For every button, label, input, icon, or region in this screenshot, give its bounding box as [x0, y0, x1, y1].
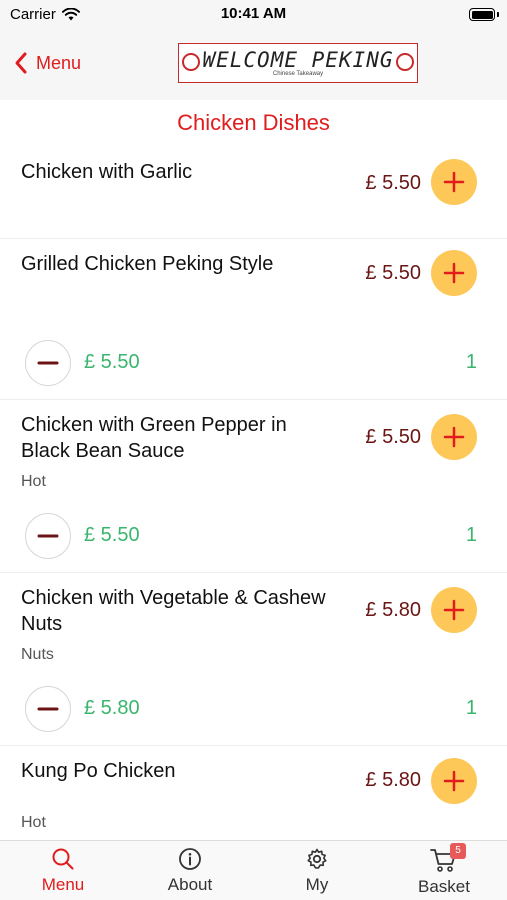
- dish-price: £ 5.80: [365, 599, 421, 621]
- nav-bar: Menu WELCOME PEKING Chinese Takeaway: [0, 28, 507, 100]
- line-total: £ 5.50: [84, 524, 140, 546]
- dish-row: Chicken with Garlic £ 5.50: [0, 145, 507, 239]
- status-bar: Carrier 10:41 AM: [0, 0, 507, 28]
- logo-subtitle: Chinese Takeaway: [272, 70, 324, 77]
- tab-label: About: [167, 875, 213, 894]
- line-total: £ 5.50: [84, 351, 140, 373]
- dish-note: Nuts: [21, 646, 54, 663]
- minus-icon: [37, 361, 59, 365]
- logo-ornament-right: [396, 53, 414, 71]
- add-button[interactable]: [431, 758, 477, 804]
- dish-row: Chicken with Vegetable & Cashew Nuts £ 5…: [0, 573, 507, 746]
- quantity: 1: [465, 524, 477, 546]
- logo-title: WELCOME PEKING: [202, 47, 394, 72]
- remove-button[interactable]: [25, 686, 71, 732]
- dish-price: £ 5.50: [365, 172, 421, 194]
- tab-about[interactable]: About: [127, 841, 253, 900]
- tab-my[interactable]: My: [254, 841, 380, 900]
- section-title: Chicken Dishes: [177, 110, 330, 135]
- minus-icon: [37, 534, 59, 538]
- dish-price: £ 5.50: [365, 426, 421, 448]
- basket-count-badge: 5: [450, 843, 466, 859]
- basket-icon-wrap: 5: [430, 843, 466, 873]
- add-button[interactable]: [431, 587, 477, 633]
- tab-label: Basket: [418, 877, 470, 896]
- quantity: 1: [465, 351, 477, 373]
- remove-button[interactable]: [25, 513, 71, 559]
- dish-name: Kung Po Chicken: [21, 760, 176, 782]
- tab-label: My: [305, 875, 329, 894]
- tab-basket[interactable]: 5 Basket: [381, 841, 507, 900]
- dish-row: Grilled Chicken Peking Style £ 5.50 £ 5.…: [0, 239, 507, 400]
- tab-bar: Menu About My 5 Basket: [0, 840, 507, 900]
- dish-name: Grilled Chicken Peking Style: [21, 253, 274, 275]
- dish-note: Hot: [21, 814, 46, 831]
- dish-name: Chicken with Garlic: [21, 161, 193, 183]
- back-button-label: Menu: [36, 52, 82, 73]
- add-button[interactable]: [431, 159, 477, 205]
- dish-price: £ 5.50: [365, 262, 421, 284]
- quantity: 1: [465, 697, 477, 719]
- plus-icon: [443, 599, 465, 621]
- plus-icon: [443, 426, 465, 448]
- gear-icon: [307, 848, 327, 869]
- dish-note: Hot: [21, 473, 46, 490]
- dish-row: Kung Po Chicken £ 5.80 Hot: [0, 746, 507, 840]
- plus-icon: [443, 262, 465, 284]
- add-button[interactable]: [431, 250, 477, 296]
- chevron-left-icon: [15, 52, 27, 74]
- info-icon: [179, 848, 201, 870]
- plus-icon: [443, 171, 465, 193]
- dish-row: Chicken with Green Pepper in Black Bean …: [0, 400, 507, 573]
- minus-icon: [37, 707, 59, 711]
- plus-icon: [443, 770, 465, 792]
- back-button[interactable]: Menu: [14, 48, 81, 78]
- dish-name: Chicken with Green Pepper in Black Bean …: [21, 414, 287, 462]
- logo-ornament-left: [182, 53, 200, 71]
- add-button[interactable]: [431, 414, 477, 460]
- dish-name: Chicken with Vegetable & Cashew Nuts: [21, 587, 326, 635]
- line-total: £ 5.80: [84, 697, 140, 719]
- battery-icon: [469, 8, 499, 21]
- tab-label: Menu: [41, 875, 85, 894]
- search-icon: [52, 848, 74, 870]
- tab-menu[interactable]: Menu: [0, 841, 126, 900]
- restaurant-logo: WELCOME PEKING Chinese Takeaway: [178, 43, 418, 83]
- clock: 10:41 AM: [220, 5, 287, 22]
- dish-price: £ 5.80: [365, 769, 421, 791]
- remove-button[interactable]: [25, 340, 71, 386]
